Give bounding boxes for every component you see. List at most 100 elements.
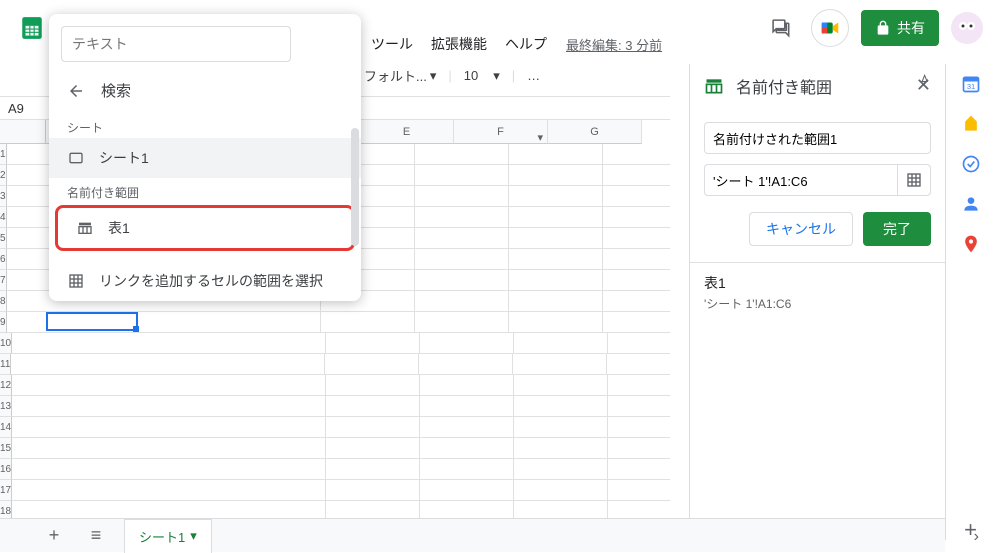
cell[interactable] xyxy=(509,144,603,165)
cell[interactable] xyxy=(509,165,603,186)
cell[interactable] xyxy=(608,480,670,501)
cell[interactable] xyxy=(420,480,514,501)
column-header-g[interactable]: G xyxy=(548,120,642,144)
font-size-dropdown[interactable]: 10 ▾ xyxy=(464,68,500,84)
cell[interactable] xyxy=(12,375,326,396)
cell[interactable] xyxy=(514,396,608,417)
cell[interactable] xyxy=(12,459,326,480)
cell[interactable] xyxy=(420,501,514,518)
cell[interactable] xyxy=(415,165,509,186)
cell[interactable] xyxy=(514,417,608,438)
rail-collapse-icon[interactable]: › xyxy=(974,528,979,546)
menu-tools[interactable]: ツール xyxy=(364,30,420,58)
cell[interactable] xyxy=(603,312,670,333)
cell[interactable] xyxy=(607,354,670,375)
select-all-corner[interactable] xyxy=(0,120,46,144)
link-search-row[interactable]: 検索 xyxy=(49,70,361,113)
cell[interactable] xyxy=(603,186,670,207)
cell[interactable] xyxy=(603,144,670,165)
row-header[interactable]: 10 xyxy=(0,333,12,354)
cell[interactable] xyxy=(420,396,514,417)
last-edit-link[interactable]: 最終編集: 3 分前 xyxy=(566,35,662,54)
toolbar-more[interactable]: … xyxy=(527,68,540,83)
cell[interactable] xyxy=(420,438,514,459)
cell[interactable] xyxy=(608,333,670,354)
existing-range-item[interactable]: 表1 'シート 1'!A1:C6 xyxy=(704,273,931,312)
cell[interactable] xyxy=(325,354,419,375)
sheet-tab-1[interactable]: シート1 ▾ xyxy=(124,519,212,553)
row-header[interactable]: 15 xyxy=(0,438,12,459)
cell[interactable] xyxy=(415,228,509,249)
cell[interactable] xyxy=(514,375,608,396)
cell[interactable] xyxy=(12,417,326,438)
cell[interactable] xyxy=(603,207,670,228)
name-box[interactable]: A9 xyxy=(0,97,52,119)
range-ref-input[interactable] xyxy=(704,164,897,196)
cell[interactable] xyxy=(415,186,509,207)
cell[interactable] xyxy=(509,291,603,312)
cancel-button[interactable]: キャンセル xyxy=(749,212,853,246)
cell[interactable] xyxy=(326,459,420,480)
add-sheet-button[interactable]: + xyxy=(40,522,68,550)
toolbar-collapse-icon[interactable]: ㅿ xyxy=(912,66,937,92)
all-sheets-button[interactable]: ≡ xyxy=(82,522,110,550)
cell[interactable] xyxy=(608,501,670,518)
keep-icon[interactable] xyxy=(961,114,981,134)
cell[interactable] xyxy=(509,186,603,207)
cell[interactable] xyxy=(509,249,603,270)
cell[interactable] xyxy=(420,459,514,480)
cell[interactable] xyxy=(326,333,420,354)
cell[interactable] xyxy=(608,459,670,480)
link-item-sheet1[interactable]: シート1 xyxy=(49,138,361,178)
menu-extensions[interactable]: 拡張機能 xyxy=(424,30,494,58)
cell[interactable] xyxy=(415,207,509,228)
popup-scrollbar[interactable] xyxy=(351,128,359,246)
cell[interactable] xyxy=(326,417,420,438)
cell[interactable] xyxy=(415,312,509,333)
cell[interactable] xyxy=(514,480,608,501)
range-name-input[interactable] xyxy=(704,122,931,154)
cell[interactable] xyxy=(420,417,514,438)
cell[interactable] xyxy=(603,228,670,249)
maps-icon[interactable] xyxy=(961,234,981,254)
row-header[interactable]: 13 xyxy=(0,396,12,417)
calendar-icon[interactable]: 31 xyxy=(961,74,981,94)
cell[interactable] xyxy=(608,438,670,459)
row-header[interactable]: 16 xyxy=(0,459,12,480)
row-header[interactable]: 11 xyxy=(0,354,11,375)
menu-help[interactable]: ヘルプ xyxy=(498,30,554,58)
share-button[interactable]: 共有 xyxy=(861,10,939,46)
cell[interactable] xyxy=(326,396,420,417)
cell[interactable] xyxy=(419,354,513,375)
cell[interactable] xyxy=(608,375,670,396)
cell[interactable] xyxy=(415,249,509,270)
meet-button[interactable] xyxy=(812,10,848,46)
cell[interactable] xyxy=(608,417,670,438)
row-header[interactable]: 18 xyxy=(0,501,12,518)
cell[interactable] xyxy=(415,144,509,165)
cell[interactable] xyxy=(514,333,608,354)
cell[interactable] xyxy=(608,396,670,417)
cell[interactable] xyxy=(603,165,670,186)
cell[interactable] xyxy=(509,270,603,291)
select-range-button[interactable] xyxy=(897,164,931,196)
contacts-icon[interactable] xyxy=(961,194,981,214)
link-text-input[interactable] xyxy=(61,26,291,62)
cell[interactable] xyxy=(603,249,670,270)
column-header-e[interactable]: E xyxy=(360,120,454,144)
account-avatar[interactable] xyxy=(951,12,983,44)
cell[interactable] xyxy=(12,438,326,459)
filter-dropdown-icon[interactable]: ▾ xyxy=(537,126,543,150)
cell[interactable] xyxy=(514,459,608,480)
font-family-dropdown[interactable]: フォルト... ▾ xyxy=(364,66,436,85)
cell[interactable] xyxy=(509,228,603,249)
comments-button[interactable] xyxy=(763,10,799,46)
cell[interactable] xyxy=(415,291,509,312)
cell[interactable] xyxy=(12,333,326,354)
cell[interactable] xyxy=(513,354,607,375)
cell[interactable] xyxy=(514,501,608,518)
cell[interactable] xyxy=(420,333,514,354)
cell[interactable] xyxy=(12,501,326,518)
cell[interactable] xyxy=(603,270,670,291)
cell[interactable] xyxy=(321,312,415,333)
